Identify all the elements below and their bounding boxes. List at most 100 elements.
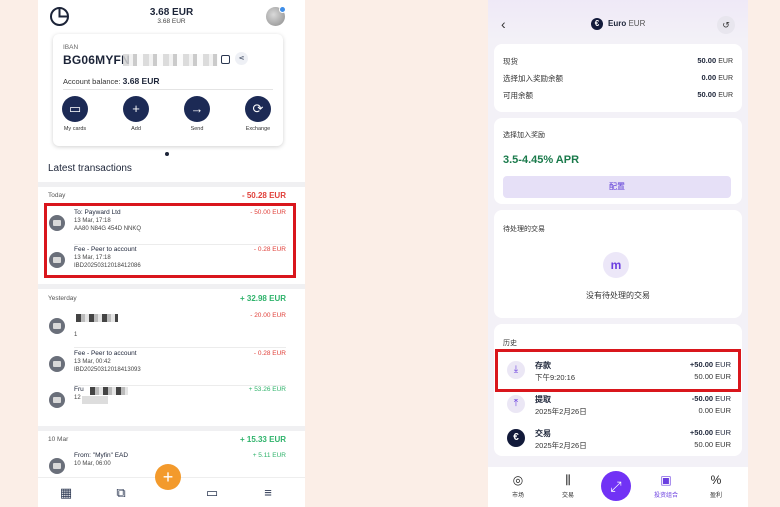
rewards-label: 选择加入奖励 <box>503 132 545 139</box>
left-header: 3.68 EUR 3.68 EUR <box>38 0 305 28</box>
bottom-navigation: ▦ ⧉ + ▭ ≡ <box>38 464 305 507</box>
currency-code: EUR <box>628 19 646 28</box>
highlight-box-right <box>495 349 741 392</box>
nav-trade-label: 交易 <box>561 493 574 499</box>
history-name: 交易 <box>535 429 551 438</box>
history-balance: 0.00 EUR <box>698 406 731 415</box>
pending-card: 待处理的交易 m 没有待处理的交易 <box>494 210 742 318</box>
add-label: Add <box>131 126 141 132</box>
swap-icon[interactable]: ⤢ <box>601 471 631 501</box>
transaction-date: 10 Mar, 06:00 <box>74 461 111 467</box>
history-row[interactable]: € 交易 2025年2月26日 +50.00 EUR 50.00 EUR <box>503 425 733 455</box>
name-redaction <box>90 387 128 395</box>
card-icon[interactable]: ▭ <box>203 485 221 501</box>
total-balance: 3.68 EUR <box>149 7 194 18</box>
history-amount: -50.00 EUR <box>691 394 731 403</box>
nav-portfolio[interactable]: ▣ 投资组合 <box>648 472 684 499</box>
exchange-label: Exchange <box>245 126 271 132</box>
euro-icon: € <box>507 429 525 447</box>
copy-icon[interactable] <box>221 55 230 64</box>
my-cards-label: My cards <box>63 126 87 132</box>
nav-earn[interactable]: % 盈利 <box>698 472 734 499</box>
nav-markets[interactable]: ◎ 市场 <box>500 472 536 499</box>
rewards-card: 选择加入奖励 3.5-4.45% APR 配置 <box>494 118 742 204</box>
transaction-amount: - 0.28 EUR <box>253 350 286 357</box>
balance-label: 可用余额 <box>503 91 533 100</box>
notification-dot <box>279 6 286 13</box>
history-row[interactable]: ⤒ 提取 2025年2月26日 -50.00 EUR 0.00 EUR <box>503 391 733 421</box>
transaction-date: 12 <box>74 395 81 401</box>
nav-markets-label: 市场 <box>511 493 524 499</box>
exchange-button[interactable]: ⟳ Exchange <box>236 96 280 132</box>
share-icon[interactable]: ⋖ <box>235 52 248 65</box>
iban-label: IBAN <box>63 44 79 51</box>
group-amount-10-mar: + 15.33 EUR <box>239 435 286 444</box>
history-name: 提取 <box>535 395 551 404</box>
iban-value: BG06MYFN <box>63 53 130 67</box>
history-label: 历史 <box>503 340 517 347</box>
date-redaction <box>82 396 108 404</box>
card-divider <box>63 89 273 90</box>
balance-label: 选择加入奖励余额 <box>503 74 563 83</box>
candles-icon: ⫼ <box>565 473 571 487</box>
my-cards-button[interactable]: ▭ My cards <box>53 96 97 132</box>
account-card: IBAN BG06MYFN ⋖ Account balance: 3.68 EU… <box>53 34 283 146</box>
transaction-date: 13 Mar, 00:42 <box>74 359 111 365</box>
transaction-row[interactable]: Fru 12 + 53.26 EUR <box>38 384 305 422</box>
latest-transactions-title: Latest transactions <box>48 163 132 174</box>
balance-row: 选择加入奖励余额 0.00 EUR <box>503 73 733 84</box>
history-balance: 50.00 EUR <box>694 440 731 449</box>
transaction-row[interactable]: 1 - 20.00 EUR <box>38 310 305 348</box>
exchange-icon: ⟳ <box>245 96 271 122</box>
send-button[interactable]: → Send <box>175 96 219 132</box>
no-pending-text: 没有待处理的交易 <box>586 291 650 300</box>
left-phone-screen: 3.68 EUR 3.68 EUR IBAN BG06MYFN ⋖ Accoun… <box>38 0 305 507</box>
pending-label: 待处理的交易 <box>503 226 545 233</box>
apr-value: 3.5-4.45% APR <box>503 154 580 166</box>
transaction-amount: - 20.00 EUR <box>250 312 286 319</box>
transaction-row[interactable]: Fee - Peer to account 13 Mar, 00:42 IBD2… <box>38 348 305 386</box>
kraken-logo-icon: m <box>603 252 629 278</box>
name-redaction <box>76 314 118 322</box>
plus-fab-button[interactable]: + <box>155 464 181 490</box>
balance-value: 50.00 EUR <box>697 56 733 65</box>
chart-icon[interactable]: ⧉ <box>112 485 130 501</box>
balance-row: 现货 50.00 EUR <box>503 56 733 67</box>
bank-icon <box>49 458 65 474</box>
arrow-right-icon: → <box>184 96 210 122</box>
transaction-amount: + 53.26 EUR <box>248 386 286 393</box>
history-clock-icon[interactable]: ↺ <box>717 16 735 34</box>
grid-icon[interactable]: ▦ <box>57 485 75 501</box>
percent-icon: % <box>710 473 722 487</box>
transaction-name: Fru <box>74 386 84 393</box>
account-balance-value: 3.68 EUR <box>122 76 160 86</box>
iban-redaction <box>123 54 218 66</box>
history-date: 2025年2月26日 <box>535 407 587 416</box>
section-separator <box>38 182 305 187</box>
bank-icon <box>49 318 65 334</box>
carousel-dot[interactable] <box>165 152 169 156</box>
configure-button[interactable]: 配置 <box>503 176 731 198</box>
bottom-navigation-right: ◎ 市场 ⫼ 交易 ⤢ ▣ 投资组合 % 盈利 <box>488 467 748 507</box>
nav-trade[interactable]: ⫼ 交易 <box>550 472 586 499</box>
back-button[interactable]: ‹ <box>501 16 506 32</box>
transaction-name: From: "Myfin" EAD <box>74 452 129 459</box>
history-date: 2025年2月26日 <box>535 441 587 450</box>
page-title: Euro EUR <box>608 19 645 28</box>
menu-icon[interactable]: ≡ <box>259 485 277 501</box>
balance-row: 可用余额 50.00 EUR <box>503 90 733 101</box>
euro-icon: € <box>591 18 603 30</box>
add-button[interactable]: + Add <box>114 96 158 132</box>
section-separator <box>38 284 305 289</box>
upload-icon: ⤒ <box>507 395 525 413</box>
group-amount-yesterday: + 32.98 EUR <box>239 294 286 303</box>
transaction-date: 1 <box>74 332 78 338</box>
nav-portfolio-label: 投资组合 <box>653 493 678 499</box>
balance-value: 50.00 EUR <box>697 90 733 99</box>
account-balance: Account balance: 3.68 EUR <box>63 76 160 86</box>
nav-earn-label: 盈利 <box>709 493 722 499</box>
history-amount: +50.00 EUR <box>689 428 731 437</box>
balance-value: 0.00 EUR <box>701 73 733 82</box>
coins-icon: ◎ <box>512 473 524 487</box>
send-label: Send <box>190 126 204 132</box>
